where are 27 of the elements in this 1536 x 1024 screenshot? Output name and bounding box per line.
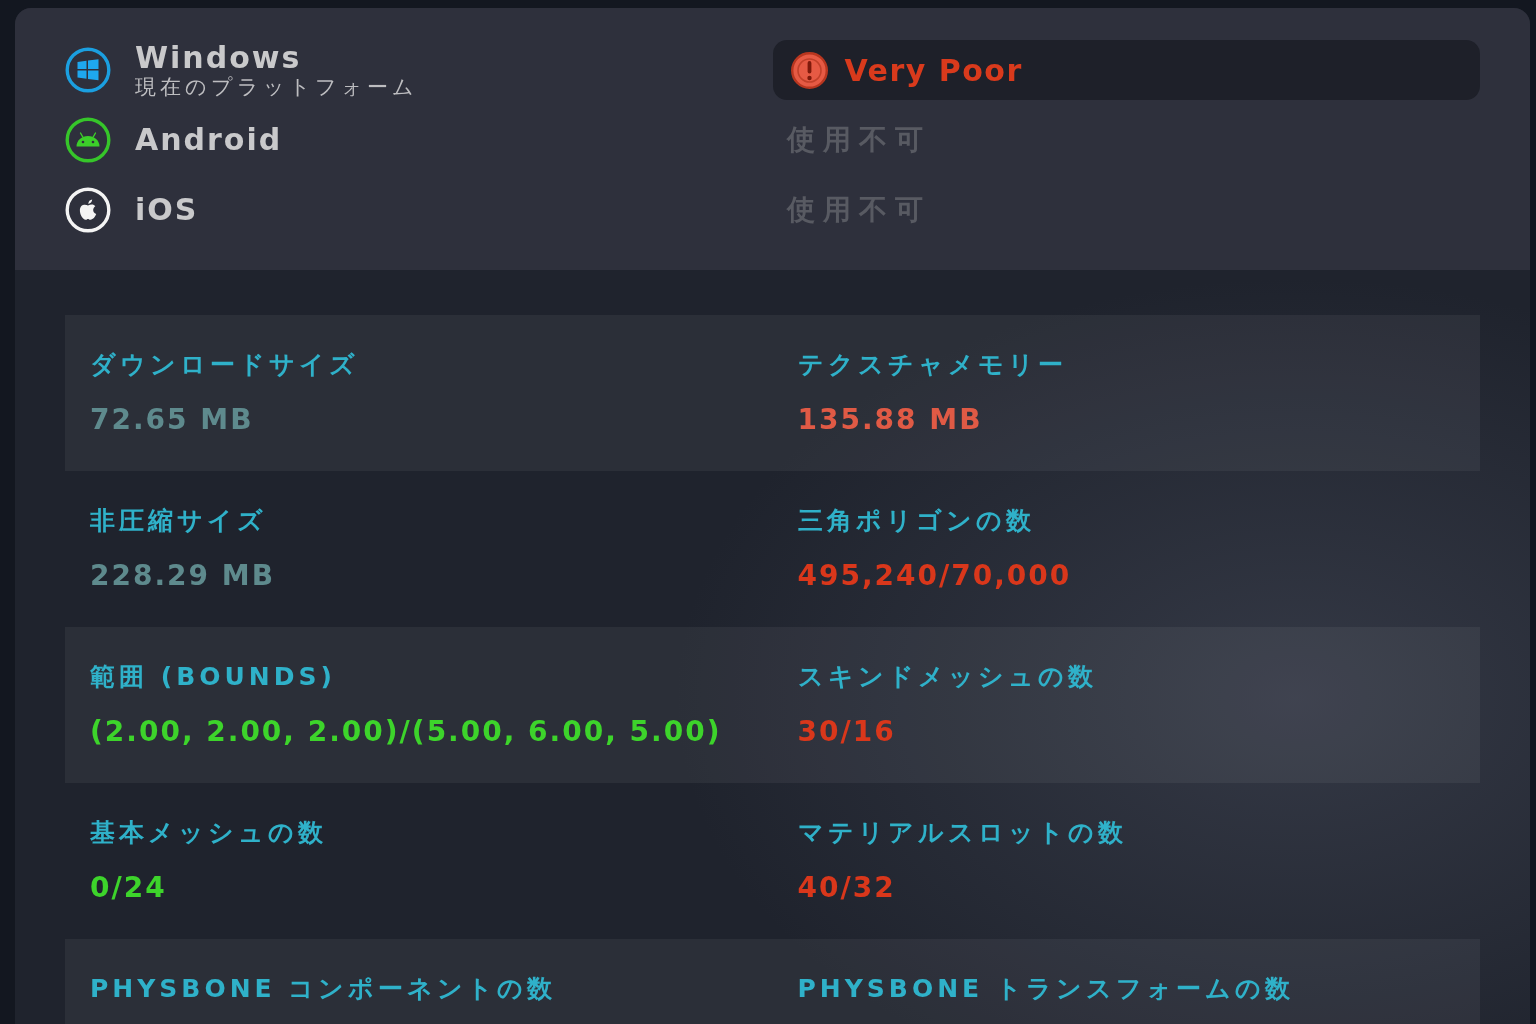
stat-value: 228.29 MB <box>90 559 275 593</box>
windows-logo-icon <box>65 47 111 93</box>
stat-label: 範囲 (BOUNDS) <box>90 663 336 691</box>
stat-label: スキンドメッシュの数 <box>797 663 1097 691</box>
stat-value: 0/24 <box>90 871 167 905</box>
platform-name: Windows <box>135 41 303 75</box>
stat-value: 135.88 MB <box>797 403 983 437</box>
stat-value: (2.00, 2.00, 2.00)/(5.00, 6.00, 5.00) <box>90 715 722 749</box>
stat-label: マテリアルスロットの数 <box>797 819 1127 847</box>
rating-text: Very Poor <box>844 52 1023 88</box>
stat-label: PHYSBONE コンポーネントの数 <box>90 975 557 1003</box>
platform-subtitle: 現在のプラットフォーム <box>135 75 418 99</box>
stat-label: 三角ポリゴンの数 <box>797 507 1035 535</box>
alert-icon <box>790 51 828 89</box>
stat-value: 495,240/70,000 <box>797 559 1072 593</box>
stat-label: ダウンロードサイズ <box>90 351 359 379</box>
stat-label: 非圧縮サイズ <box>90 507 267 535</box>
stat-value: 40/32 <box>797 871 896 905</box>
stat-value: 30/16 <box>797 715 896 749</box>
stat-label: PHYSBONE トランスフォームの数 <box>797 975 1294 1003</box>
platform-name: iOS <box>135 193 199 227</box>
apple-logo-icon <box>65 187 111 233</box>
android-head-icon <box>65 117 111 163</box>
stat-label: テクスチャメモリー <box>797 351 1067 379</box>
stat-label: 基本メッシュの数 <box>90 819 327 847</box>
platform-name: Android <box>135 123 283 157</box>
stat-value: 72.65 MB <box>90 403 254 437</box>
